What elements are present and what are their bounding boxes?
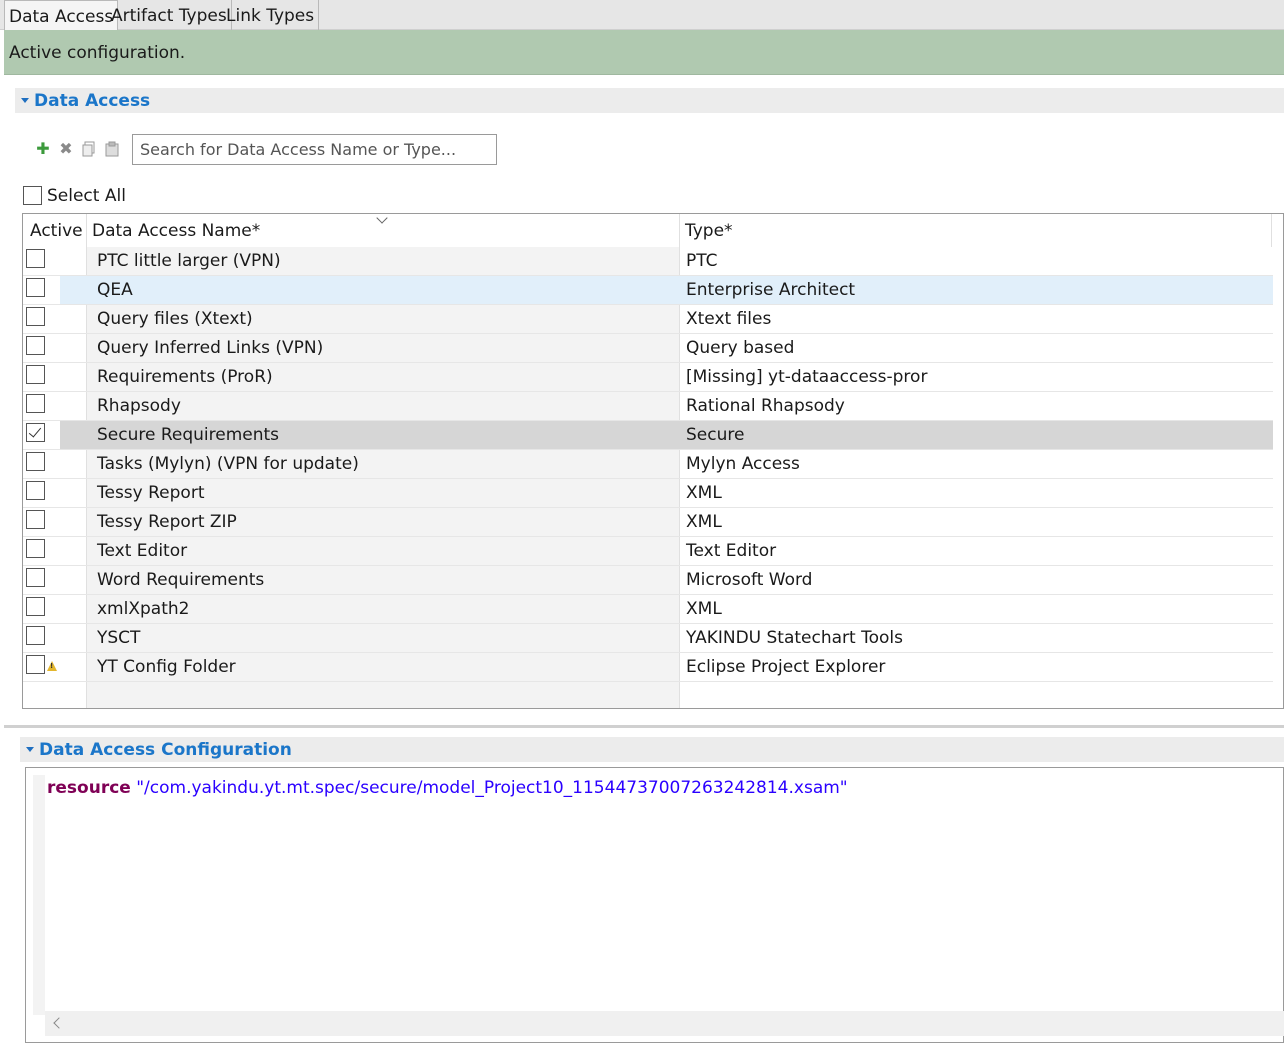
active-checkbox[interactable] bbox=[26, 626, 45, 645]
active-checkbox[interactable] bbox=[26, 394, 45, 413]
column-header-active[interactable]: Active bbox=[30, 221, 83, 241]
delete-icon[interactable]: ✖ bbox=[58, 141, 74, 157]
column-divider bbox=[1271, 214, 1272, 247]
search-input[interactable] bbox=[132, 134, 497, 165]
data-access-type: XML bbox=[686, 599, 722, 619]
panel-splitter[interactable] bbox=[4, 725, 1284, 728]
active-checkbox[interactable] bbox=[26, 597, 45, 616]
tab-link-types[interactable]: Link Types bbox=[222, 0, 320, 31]
table-row[interactable]: Tessy Report XML bbox=[23, 479, 1273, 508]
editor-gutter bbox=[33, 775, 45, 1015]
sort-descending-icon bbox=[376, 214, 388, 224]
tab-artifact-types[interactable]: Artifact Types bbox=[107, 0, 232, 31]
table-row[interactable]: Requirements (ProR) [Missing] yt-dataacc… bbox=[23, 363, 1273, 392]
config-keyword: resource bbox=[47, 778, 131, 798]
data-access-name: Requirements (ProR) bbox=[97, 367, 273, 387]
collapse-chevron-icon[interactable] bbox=[26, 747, 34, 752]
active-checkbox[interactable] bbox=[26, 510, 45, 529]
data-access-type: Text Editor bbox=[686, 541, 777, 561]
active-checkbox[interactable] bbox=[26, 423, 45, 442]
data-access-name: Query files (Xtext) bbox=[97, 309, 253, 329]
table-row[interactable]: xmlXpath2 XML bbox=[23, 595, 1273, 624]
data-access-type: Query based bbox=[686, 338, 795, 358]
data-access-type: Xtext files bbox=[686, 309, 772, 329]
config-code-line[interactable]: resource "/com.yakindu.yt.mt.spec/secure… bbox=[47, 778, 848, 798]
paste-icon[interactable] bbox=[104, 141, 120, 157]
table-row-selected[interactable]: Secure Requirements Secure bbox=[23, 421, 1273, 450]
config-value: "/com.yakindu.yt.mt.spec/secure/model_Pr… bbox=[136, 778, 848, 798]
data-access-type: Eclipse Project Explorer bbox=[686, 657, 886, 677]
active-checkbox[interactable] bbox=[26, 452, 45, 471]
table-row[interactable]: Tessy Report ZIP XML bbox=[23, 508, 1273, 537]
tab-data-access[interactable]: Data Access bbox=[4, 0, 119, 31]
select-all-label: Select All bbox=[47, 186, 126, 206]
data-access-name: YSCT bbox=[97, 628, 141, 648]
data-access-name: Tessy Report ZIP bbox=[97, 512, 237, 532]
add-icon[interactable]: ✚ bbox=[35, 141, 51, 157]
table-row[interactable]: Query files (Xtext) Xtext files bbox=[23, 305, 1273, 334]
active-checkbox[interactable] bbox=[26, 568, 45, 587]
column-header-type[interactable]: Type* bbox=[685, 221, 733, 241]
table-row[interactable]: QEA Enterprise Architect bbox=[23, 276, 1273, 305]
config-section-title: Data Access Configuration bbox=[39, 740, 292, 760]
active-checkbox[interactable] bbox=[26, 655, 45, 674]
data-access-type: PTC bbox=[686, 251, 718, 271]
data-access-type: Enterprise Architect bbox=[686, 280, 856, 300]
data-access-name: Word Requirements bbox=[97, 570, 265, 590]
data-access-name: PTC little larger (VPN) bbox=[97, 251, 281, 271]
data-access-name: Text Editor bbox=[97, 541, 188, 561]
table-row[interactable]: PTC little larger (VPN) PTC bbox=[23, 247, 1273, 276]
column-header-name[interactable]: Data Access Name* bbox=[92, 221, 260, 241]
active-checkbox[interactable] bbox=[26, 336, 45, 355]
table-row[interactable]: Word Requirements Microsoft Word bbox=[23, 566, 1273, 595]
data-access-type: Secure bbox=[686, 425, 745, 445]
select-all-checkbox[interactable] bbox=[23, 186, 42, 205]
table-row[interactable]: Rhapsody Rational Rhapsody bbox=[23, 392, 1273, 421]
data-access-type: [Missing] yt-dataaccess-pror bbox=[686, 367, 928, 387]
data-access-type: XML bbox=[686, 512, 722, 532]
data-access-section-title: Data Access bbox=[34, 91, 151, 111]
active-checkbox[interactable] bbox=[26, 539, 45, 558]
data-access-section-header[interactable]: Data Access bbox=[15, 88, 1284, 113]
data-access-name: Rhapsody bbox=[97, 396, 181, 416]
data-access-name: xmlXpath2 bbox=[97, 599, 190, 619]
active-checkbox[interactable] bbox=[26, 307, 45, 326]
config-section-header[interactable]: Data Access Configuration bbox=[20, 737, 1284, 762]
warning-icon bbox=[47, 661, 57, 671]
active-checkbox[interactable] bbox=[26, 481, 45, 500]
data-access-table: Active Data Access Name* Type* PTC littl… bbox=[22, 213, 1284, 709]
active-checkbox[interactable] bbox=[26, 365, 45, 384]
tab-bar: Data Access Artifact Types Link Types bbox=[0, 0, 1284, 31]
data-access-name: YT Config Folder bbox=[97, 657, 236, 677]
scroll-left-icon[interactable] bbox=[53, 1017, 65, 1029]
active-checkbox[interactable] bbox=[26, 278, 45, 297]
data-access-name: Tessy Report bbox=[97, 483, 205, 503]
table-row[interactable]: YT Config Folder Eclipse Project Explore… bbox=[23, 653, 1273, 682]
data-access-type: XML bbox=[686, 483, 722, 503]
data-access-name: Secure Requirements bbox=[97, 425, 280, 445]
data-access-name: Query Inferred Links (VPN) bbox=[97, 338, 324, 358]
row-highlight bbox=[60, 276, 1273, 304]
collapse-chevron-icon[interactable] bbox=[21, 98, 29, 103]
copy-icon[interactable] bbox=[81, 141, 97, 157]
horizontal-scrollbar[interactable] bbox=[45, 1011, 1284, 1036]
table-row[interactable]: Text Editor Text Editor bbox=[23, 537, 1273, 566]
data-access-type: Rational Rhapsody bbox=[686, 396, 845, 416]
active-checkbox[interactable] bbox=[26, 249, 45, 268]
data-access-name: Tasks (Mylyn) (VPN for update) bbox=[97, 454, 359, 474]
table-row[interactable]: Query Inferred Links (VPN) Query based bbox=[23, 334, 1273, 363]
data-access-type: Mylyn Access bbox=[686, 454, 800, 474]
table-row[interactable]: Tasks (Mylyn) (VPN for update) Mylyn Acc… bbox=[23, 450, 1273, 479]
table-row[interactable]: YSCT YAKINDU Statechart Tools bbox=[23, 624, 1273, 653]
data-access-type: Microsoft Word bbox=[686, 570, 813, 590]
config-editor[interactable]: resource "/com.yakindu.yt.mt.spec/secure… bbox=[25, 767, 1284, 1043]
data-access-type: YAKINDU Statechart Tools bbox=[686, 628, 903, 648]
status-banner: Active configuration. bbox=[4, 30, 1284, 75]
data-access-name: QEA bbox=[97, 280, 133, 300]
